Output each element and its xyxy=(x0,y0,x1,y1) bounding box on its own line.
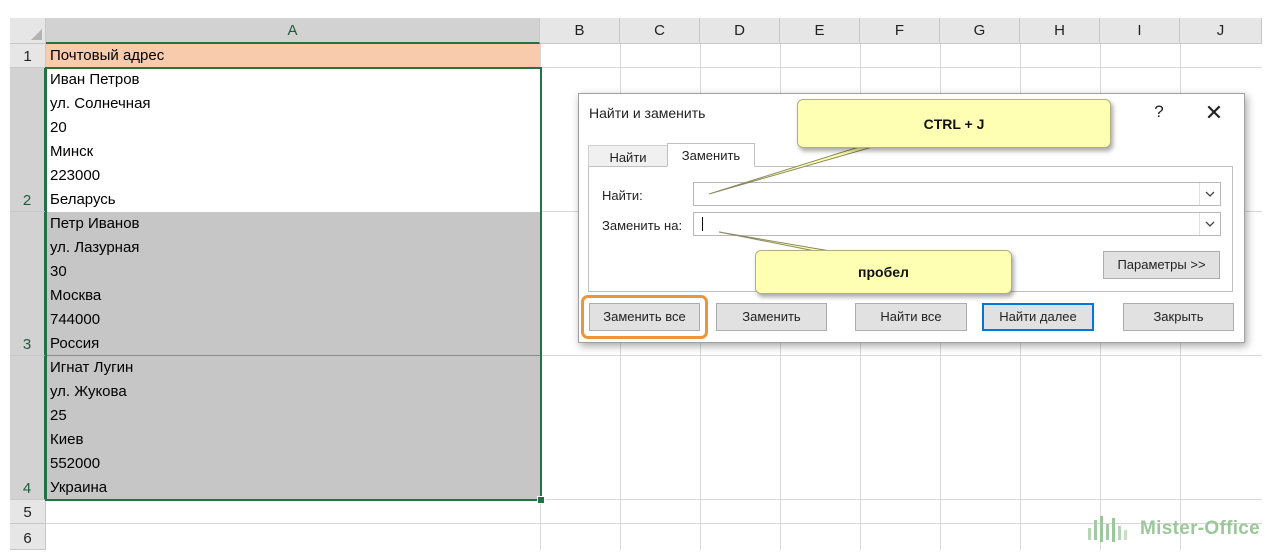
cell-line: 744000 xyxy=(50,311,101,328)
cell-a1-text: Почтовый адрес xyxy=(50,47,165,64)
dialog-title: Найти и заменить xyxy=(589,105,706,121)
find-dropdown-button[interactable] xyxy=(1199,183,1220,205)
close-icon[interactable]: ✕ xyxy=(1201,100,1227,126)
column-header-a[interactable]: A xyxy=(46,18,540,44)
close-button[interactable]: Закрыть xyxy=(1123,303,1234,331)
cell-line: ул. Солнечная xyxy=(50,95,151,112)
tab-find[interactable]: Найти xyxy=(588,145,668,167)
cell-line: 223000 xyxy=(50,167,101,184)
tab-replace[interactable]: Заменить xyxy=(667,143,755,167)
cell-line: 20 xyxy=(50,119,67,136)
cell-line: 30 xyxy=(50,263,67,280)
cell-a1[interactable]: Почтовый адрес xyxy=(46,44,540,67)
help-button[interactable]: ? xyxy=(1149,102,1169,122)
shortcut-callout: CTRL + J xyxy=(797,99,1111,148)
row-header-5[interactable]: 5 xyxy=(10,500,46,524)
cell-line: Иван Петров xyxy=(50,71,140,88)
cell-line: ул. Лазурная xyxy=(50,239,140,256)
row-header-1[interactable]: 1 xyxy=(10,44,46,68)
find-input[interactable] xyxy=(693,182,1221,206)
column-header-i[interactable]: I xyxy=(1100,18,1180,44)
mister-office-logo: Mister-Office xyxy=(1086,511,1260,547)
highlight-ring xyxy=(581,295,708,339)
find-all-button[interactable]: Найти все xyxy=(855,303,967,331)
equalizer-bars-icon xyxy=(1088,516,1127,542)
select-all-corner[interactable] xyxy=(10,18,46,44)
column-header-c[interactable]: C xyxy=(620,18,700,44)
find-next-button[interactable]: Найти далее xyxy=(982,303,1094,331)
cell-line: Петр Иванов xyxy=(50,215,140,232)
cell-line: 552000 xyxy=(50,455,101,472)
column-header-e[interactable]: E xyxy=(780,18,860,44)
replace-button[interactable]: Заменить xyxy=(716,303,827,331)
chevron-down-icon xyxy=(1205,221,1215,227)
replace-label: Заменить на: xyxy=(602,218,683,233)
column-header-g[interactable]: G xyxy=(940,18,1020,44)
cell-line: Игнат Лугин xyxy=(50,359,134,376)
column-header-h[interactable]: H xyxy=(1020,18,1100,44)
cell-a2[interactable]: Иван Петров ул. Солнечная 20 Минск 22300… xyxy=(46,68,540,212)
row-header-6[interactable]: 6 xyxy=(10,524,46,550)
space-callout: пробел xyxy=(755,250,1012,294)
replace-input[interactable] xyxy=(693,212,1221,236)
cell-line: Киев xyxy=(50,431,84,448)
column-header-d[interactable]: D xyxy=(700,18,780,44)
cell-line: 25 xyxy=(50,407,67,424)
fill-handle[interactable] xyxy=(537,496,545,504)
column-header-b[interactable]: B xyxy=(540,18,620,44)
chevron-down-icon xyxy=(1205,191,1215,197)
text-caret xyxy=(702,217,703,231)
cell-line: Россия xyxy=(50,335,100,352)
cell-line: Минск xyxy=(50,143,94,160)
row-header-3[interactable]: 3 xyxy=(10,212,46,356)
row-header-2[interactable]: 2 xyxy=(10,68,46,212)
cell-a3[interactable]: Петр Иванов ул. Лазурная 30 Москва 74400… xyxy=(46,212,540,356)
cell-line: ул. Жукова xyxy=(50,383,127,400)
cell-line: Москва xyxy=(50,287,102,304)
column-header-f[interactable]: F xyxy=(860,18,940,44)
cell-line: Украина xyxy=(50,479,108,496)
watermark-text: Mister-Office xyxy=(1140,518,1261,539)
cell-a4[interactable]: Игнат Лугин ул. Жукова 25 Киев 552000 Ук… xyxy=(46,356,540,500)
cell-line: Беларусь xyxy=(50,191,116,208)
row-header-4[interactable]: 4 xyxy=(10,356,46,500)
find-label: Найти: xyxy=(602,188,643,203)
options-button[interactable]: Параметры >> xyxy=(1103,251,1220,279)
column-header-j[interactable]: J xyxy=(1180,18,1262,44)
replace-dropdown-button[interactable] xyxy=(1199,213,1220,235)
